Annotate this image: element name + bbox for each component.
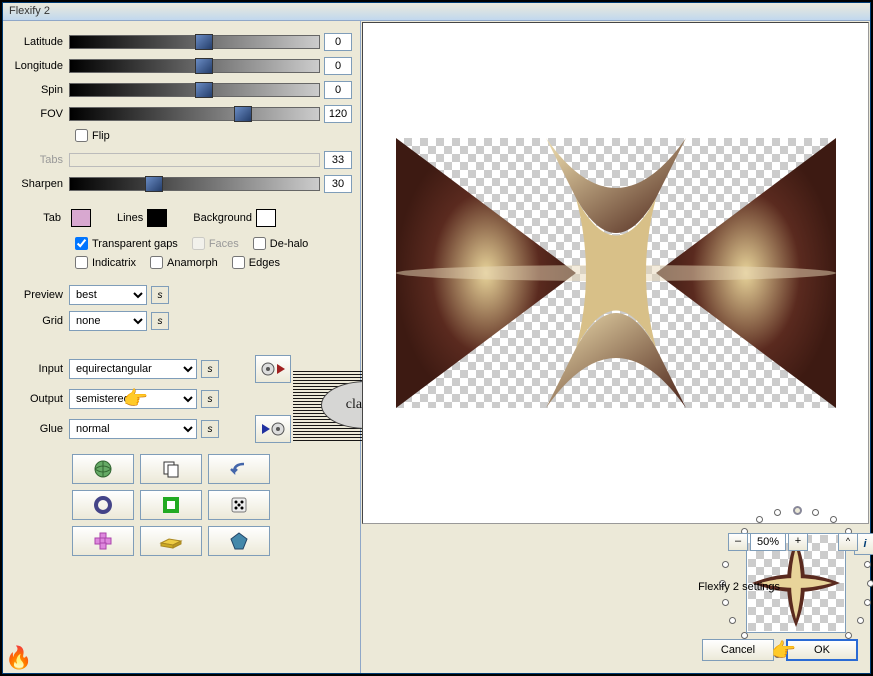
dice-button[interactable] <box>208 490 270 520</box>
dehalo-checkbox[interactable] <box>253 237 266 250</box>
brick-button[interactable] <box>140 526 202 556</box>
tab-color-swatch[interactable] <box>71 209 91 227</box>
anamorph-checkbox[interactable] <box>150 256 163 269</box>
transparent-gaps-checkbox[interactable] <box>75 237 88 250</box>
glue-s-button[interactable]: s <box>201 420 219 438</box>
ring-dot[interactable] <box>864 561 871 568</box>
copy-icon <box>161 459 181 479</box>
zoom-value[interactable]: 50% <box>750 533 786 551</box>
ring-dot[interactable] <box>774 651 781 658</box>
preview-select[interactable]: best <box>69 285 147 305</box>
tabs-slider <box>69 153 320 167</box>
indicatrix-checkbox[interactable] <box>75 256 88 269</box>
preview-artwork <box>396 138 836 408</box>
input-select[interactable]: equirectangular <box>69 359 197 379</box>
spin-label: Spin <box>11 84 69 96</box>
flip-checkbox[interactable] <box>75 129 88 142</box>
cancel-button[interactable]: Cancel <box>702 639 774 661</box>
title-bar: Flexify 2 <box>3 3 870 21</box>
tabs-label: Tabs <box>11 154 69 166</box>
longitude-value[interactable]: 0 <box>324 57 352 75</box>
ring-dot[interactable] <box>864 599 871 606</box>
spin-slider[interactable] <box>69 83 320 97</box>
glue-label: Glue <box>11 423 69 435</box>
latitude-value[interactable]: 0 <box>324 33 352 51</box>
plus-grid-icon <box>93 531 113 551</box>
play-disc-icon <box>260 420 286 438</box>
preview-canvas[interactable] <box>362 22 869 524</box>
settings-label: Flexify 2 settings <box>698 581 780 593</box>
longitude-slider[interactable] <box>69 59 320 73</box>
ring-dot[interactable] <box>793 506 802 515</box>
output-select[interactable]: semistereo <box>69 389 197 409</box>
collapse-button[interactable]: ^ <box>838 533 858 551</box>
background-color-swatch[interactable] <box>256 209 276 227</box>
sharpen-slider[interactable] <box>69 177 320 191</box>
undo-button[interactable] <box>208 454 270 484</box>
ring-dot[interactable] <box>774 509 781 516</box>
rotate-globe-button[interactable] <box>72 454 134 484</box>
fire-icon[interactable]: 🔥 <box>5 645 32 671</box>
flip-label: Flip <box>92 130 110 142</box>
play-disc-button[interactable] <box>255 415 291 443</box>
fov-slider[interactable] <box>69 107 320 121</box>
spin-value[interactable]: 0 <box>324 81 352 99</box>
latitude-label: Latitude <box>11 36 69 48</box>
dialog-window: Flexify 2 Latitude 0 Longitude 0 Spin 0 … <box>2 2 871 674</box>
tool-button-grid <box>69 451 299 559</box>
zoom-out-button[interactable]: – <box>728 533 748 551</box>
sharpen-value[interactable]: 30 <box>324 175 352 193</box>
glue-select[interactable]: normal <box>69 419 197 439</box>
dice-icon <box>229 495 249 515</box>
disc-play-button[interactable] <box>255 355 291 383</box>
disc-play-icon <box>260 360 286 378</box>
plus-grid-button[interactable] <box>72 526 134 556</box>
window-title: Flexify 2 <box>9 5 50 17</box>
ring-dot[interactable] <box>756 516 763 523</box>
zoom-in-button[interactable]: + <box>788 533 808 551</box>
grid-label: Grid <box>11 315 69 327</box>
lines-color-swatch[interactable] <box>147 209 167 227</box>
globe-icon <box>92 458 114 480</box>
ring-dot[interactable] <box>857 617 864 624</box>
polygon-button[interactable] <box>208 526 270 556</box>
lines-color-label: Lines <box>117 212 143 224</box>
ring-dot[interactable] <box>729 617 736 624</box>
preview-label: Preview <box>11 289 69 301</box>
square-icon <box>161 495 181 515</box>
ring-dot[interactable] <box>830 516 837 523</box>
faces-checkbox <box>192 237 205 250</box>
brick-icon <box>159 533 183 549</box>
output-s-button[interactable]: s <box>201 390 219 408</box>
input-label: Input <box>11 363 69 375</box>
ring-dot[interactable] <box>722 599 729 606</box>
output-label: Output <box>11 393 69 405</box>
circle-button[interactable] <box>72 490 134 520</box>
input-s-button[interactable]: s <box>201 360 219 378</box>
latitude-slider[interactable] <box>69 35 320 49</box>
grid-select[interactable]: none <box>69 311 147 331</box>
fov-label: FOV <box>11 108 69 120</box>
ring-dot[interactable] <box>812 509 819 516</box>
background-color-label: Background <box>193 212 252 224</box>
tabs-value[interactable]: 33 <box>324 151 352 169</box>
ring-dot[interactable] <box>722 561 729 568</box>
tab-color-label: Tab <box>11 212 67 224</box>
copy-button[interactable] <box>140 454 202 484</box>
square-button[interactable] <box>140 490 202 520</box>
ok-button[interactable]: OK <box>786 639 858 661</box>
longitude-label: Longitude <box>11 60 69 72</box>
preview-s-button[interactable]: s <box>151 286 169 304</box>
circle-icon <box>93 495 113 515</box>
bottom-panel: /* dots added by JS below */ i <box>361 525 870 673</box>
ring-dot[interactable] <box>867 580 873 587</box>
sharpen-label: Sharpen <box>11 178 69 190</box>
controls-panel: Latitude 0 Longitude 0 Spin 0 FOV 120 <box>3 21 360 673</box>
undo-icon <box>228 460 250 478</box>
grid-s-button[interactable]: s <box>151 312 169 330</box>
fov-value[interactable]: 120 <box>324 105 352 123</box>
gem-icon <box>229 531 249 551</box>
edges-checkbox[interactable] <box>232 256 245 269</box>
